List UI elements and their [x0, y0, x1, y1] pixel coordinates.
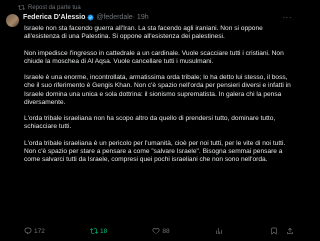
- tweet-actions: 172 18 88: [24, 225, 294, 237]
- post-time[interactable]: · 19h: [133, 13, 149, 22]
- repost-count: 18: [100, 227, 108, 235]
- share-icon[interactable]: [286, 227, 294, 235]
- like-button[interactable]: 88: [152, 227, 170, 235]
- views-button[interactable]: [215, 227, 225, 235]
- reply-count: 172: [34, 227, 45, 235]
- repost-label: Repost da parte tua: [28, 4, 81, 11]
- verified-icon: [87, 14, 94, 21]
- tweet[interactable]: Repost da parte tua Federica D'Alessio @…: [0, 0, 300, 241]
- heart-icon: [152, 228, 160, 234]
- repost-button[interactable]: 18: [90, 227, 107, 235]
- repost-indicator: Repost da parte tua: [6, 3, 294, 12]
- tweet-paragraph: L'orda tribale israeliana non ha scopo a…: [24, 115, 276, 131]
- tweet-paragraph: Israele non sta facendo guerra all'Iran.…: [24, 25, 263, 41]
- like-count: 88: [162, 227, 170, 235]
- avatar[interactable]: [6, 14, 19, 27]
- repost-icon: [90, 228, 98, 234]
- bookmark-icon[interactable]: [270, 227, 278, 235]
- repost-icon: [18, 5, 25, 10]
- tweet-text: Israele non sta facendo guerra all'Iran.…: [24, 25, 296, 173]
- more-options-icon[interactable]: ···: [283, 13, 293, 22]
- author-name[interactable]: Federica D'Alessio: [23, 13, 85, 22]
- reply-button[interactable]: 172: [24, 227, 45, 235]
- tweet-paragraph: Non impedisce l'ingresso in cattedrale a…: [24, 49, 284, 65]
- tweet-paragraph: Israele è una enorme, incontrollata, arm…: [24, 74, 291, 106]
- reply-icon: [24, 227, 32, 235]
- tweet-paragraph: L'orda tribale israeliana è un pericolo …: [24, 139, 286, 164]
- author-handle[interactable]: @federdale: [96, 13, 132, 22]
- bar-chart-icon: [216, 228, 222, 234]
